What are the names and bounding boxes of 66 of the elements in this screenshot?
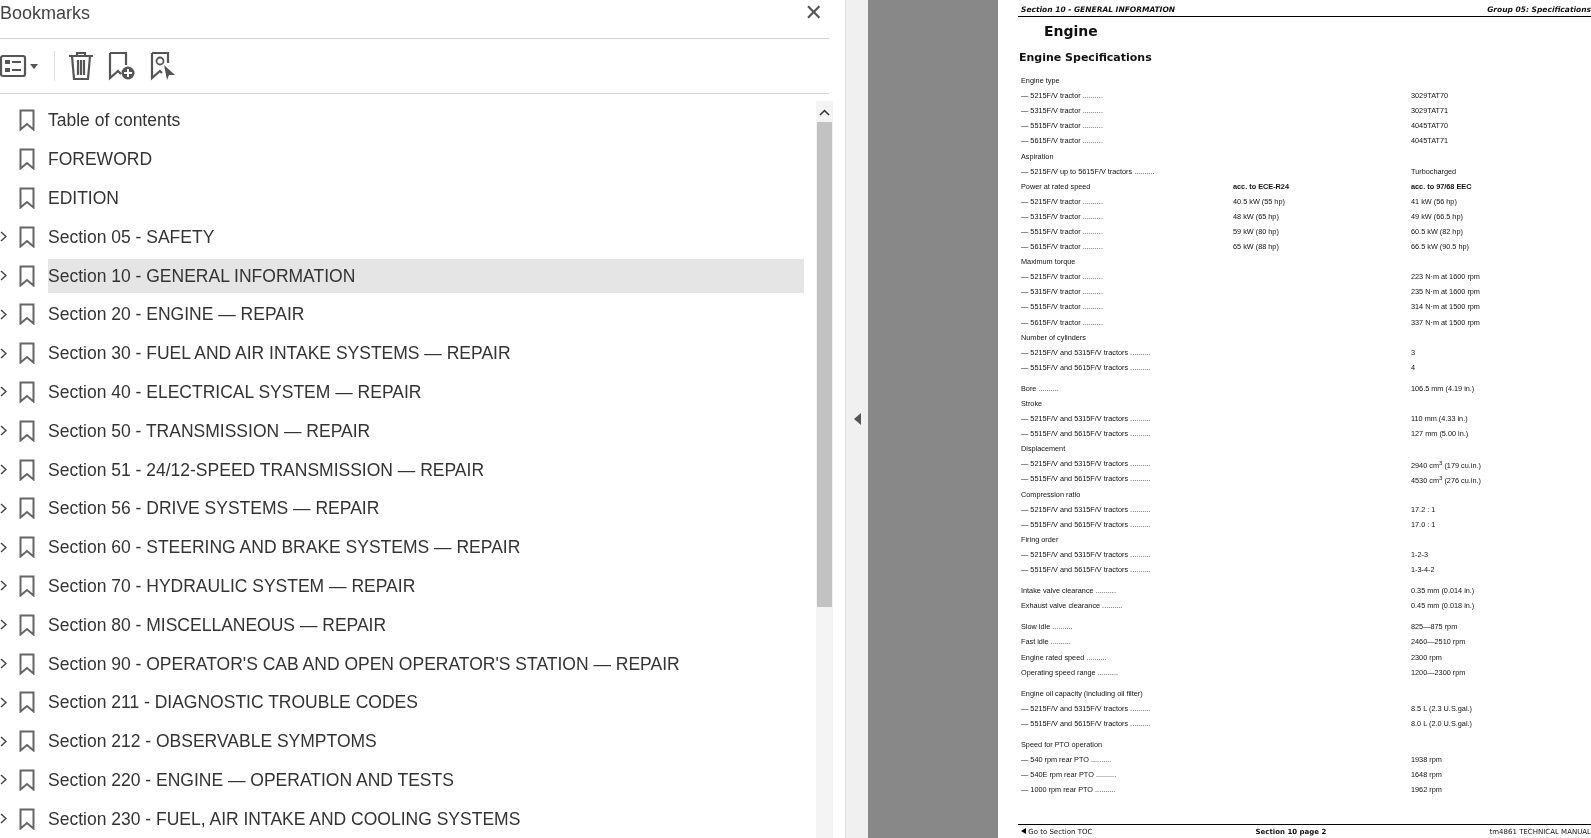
bookmark-item[interactable]: Section 10 - GENERAL INFORMATION (48, 258, 804, 293)
expand-chevron-icon[interactable] (0, 696, 7, 708)
bookmark-item[interactable]: Section 20 - ENGINE — REPAIR (48, 297, 804, 332)
bookmark-item[interactable]: Section 60 - STEERING AND BRAKE SYSTEMS — REPAIR (48, 530, 804, 565)
panel-title: Bookmarks (0, 2, 91, 24)
bookmark-icon (19, 225, 35, 248)
expand-chevron-icon[interactable] (0, 774, 7, 786)
bookmark-item[interactable]: Table of contents (48, 103, 804, 138)
bookmark-select-icon[interactable] (149, 51, 177, 81)
scroll-thumb[interactable] (817, 122, 832, 607)
bookmark-icon (19, 419, 35, 442)
bookmark-item[interactable]: Section 51 - 24/12-SPEED TRANSMISSION — REPAIR (48, 452, 804, 487)
bookmark-icon (19, 264, 35, 287)
bookmark-icon (19, 458, 35, 481)
bookmark-icon (19, 536, 35, 559)
bookmark-item[interactable]: Section 220 - ENGINE — OPERATION AND TESTS (48, 762, 804, 797)
bookmark-item[interactable]: Section 211 - DIAGNOSTIC TROUBLE CODES (48, 685, 804, 720)
bookmark-item[interactable]: Section 90 - OPERATOR'S CAB AND OPEN OPERATOR'S STATION — REPAIR (48, 646, 804, 681)
bookmark-icon (19, 342, 35, 365)
bookmark-icon (19, 652, 35, 675)
bookmark-item[interactable]: Section 40 - ELECTRICAL SYSTEM — REPAIR (48, 374, 804, 409)
back-arrow-icon (1021, 828, 1026, 834)
expand-chevron-icon[interactable] (0, 735, 7, 747)
expand-chevron-icon[interactable] (0, 619, 7, 631)
expand-chevron-icon[interactable] (0, 541, 7, 553)
bookmark-icon (19, 730, 35, 753)
bookmark-item[interactable]: Section 30 - FUEL AND AIR INTAKE SYSTEMS — REPAIR (48, 336, 804, 371)
bookmark-icon (19, 380, 35, 403)
add-bookmark-icon[interactable] (107, 51, 137, 81)
scroll-up-icon[interactable] (819, 109, 830, 116)
expand-chevron-icon[interactable] (0, 425, 7, 437)
bookmark-item[interactable]: Section 230 - FUEL, AIR INTAKE AND COOLING SYSTEMS (48, 801, 804, 836)
bookmark-icon (19, 187, 35, 209)
expand-chevron-icon[interactable] (0, 502, 7, 514)
bookmark-item[interactable]: Section 56 - DRIVE SYSTEMS — REPAIR (48, 491, 804, 526)
bookmark-icon (19, 148, 35, 171)
bookmark-icon (19, 303, 35, 326)
trash-icon[interactable] (67, 51, 95, 81)
expand-chevron-icon[interactable] (0, 308, 7, 320)
bookmark-icon (19, 497, 35, 520)
section-heading: Engine Specifications (1018, 50, 1153, 66)
bookmark-icon (19, 613, 35, 636)
expand-chevron-icon[interactable] (0, 270, 7, 282)
bookmark-icon (19, 691, 35, 714)
bookmark-item[interactable]: Section 212 - OBSERVABLE SYMPTOMS (48, 724, 804, 759)
bookmark-icon (19, 807, 35, 830)
page-title: Engine (1043, 22, 1099, 39)
close-button[interactable]: ✕ (800, 0, 827, 25)
bookmark-icon (19, 109, 35, 132)
expand-chevron-icon[interactable] (0, 231, 7, 243)
expand-chevron-icon[interactable] (0, 386, 7, 398)
options-icon[interactable] (0, 53, 40, 79)
expand-chevron-icon[interactable] (0, 813, 7, 825)
bookmark-item[interactable]: Section 80 - MISCELLANEOUS — REPAIR (48, 607, 804, 642)
bookmark-item[interactable]: Section 05 - SAFETY (48, 219, 804, 254)
bookmark-icon (19, 574, 35, 597)
bookmark-item[interactable]: EDITION (48, 181, 804, 215)
expand-chevron-icon[interactable] (0, 658, 7, 670)
expand-chevron-icon[interactable] (0, 464, 7, 476)
bookmark-item[interactable]: Section 50 - TRANSMISSION — REPAIR (48, 413, 804, 448)
bookmark-item[interactable]: FOREWORD (48, 142, 804, 177)
bookmark-item[interactable]: Section 70 - HYDRAULIC SYSTEM — REPAIR (48, 568, 804, 603)
bookmark-icon (19, 768, 35, 791)
expand-chevron-icon[interactable] (0, 347, 7, 359)
collapse-icon[interactable] (853, 413, 861, 425)
expand-chevron-icon[interactable] (0, 580, 7, 592)
